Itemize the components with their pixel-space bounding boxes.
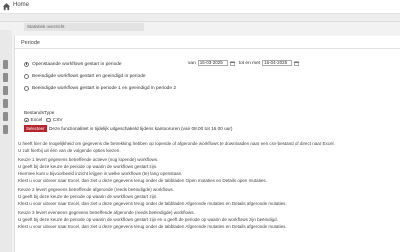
option-ended-in-period[interactable]: Beeindigde workflows gestart en geeindig…: [24, 72, 146, 80]
help-text: Keuze 1 levert gegevens betreffende acti…: [18, 157, 159, 162]
sidebar-tab[interactable]: [3, 112, 8, 121]
sidebar-tab[interactable]: [3, 125, 8, 134]
calendar-icon[interactable]: [229, 61, 235, 66]
panel-header: Periode: [21, 40, 40, 46]
from-date-input[interactable]: 16-03-2025: [197, 60, 228, 66]
to-date-input[interactable]: 16-04-2025: [262, 60, 293, 66]
calendar-icon[interactable]: [294, 61, 299, 66]
option-open-workflows[interactable]: Openstaande workflows gestart in periode: [24, 60, 122, 68]
sidebar: [0, 30, 12, 252]
help-text: U zult hierbij uit één van de volgende o…: [18, 148, 121, 153]
help-text: U heeft hier de mogelijkheid om gegevens…: [18, 141, 335, 146]
radio-button[interactable]: [24, 85, 29, 91]
option-label-csv: CSV: [52, 117, 63, 123]
help-text: Klest u voor uitvoer naar Excel, dan zie…: [18, 201, 287, 206]
option-label: Openstaande workflows gestart in periode: [32, 61, 122, 67]
divider: [15, 48, 400, 49]
top-bar: Home: [0, 0, 400, 14]
radio-excel[interactable]: [24, 117, 29, 123]
help-text: U geeft bij deze keuze de periode op waa…: [18, 164, 158, 169]
radio-button[interactable]: [24, 73, 29, 79]
sidebar-tab[interactable]: [3, 60, 8, 69]
help-text: U geeft bij deze keuze de periode op waa…: [18, 217, 278, 222]
radio-csv[interactable]: [46, 117, 51, 123]
breadcrumb: Statistiek overzicht: [24, 23, 144, 31]
help-text: Klest u voor uitvoer naar Excel, dan zie…: [18, 224, 287, 229]
option-label: Beeindigde workflows gestart in periode …: [32, 85, 177, 91]
sidebar-tab[interactable]: [3, 99, 8, 108]
home-icon[interactable]: [2, 2, 11, 11]
help-text: Klest u voor uitvoer naar Excel, dan zie…: [18, 178, 267, 183]
bestandstype-label: BestandsType: [24, 111, 55, 116]
help-text: Keuze 2 levert gegevens betreffende afge…: [18, 187, 175, 192]
to-label: tot en met: [238, 60, 261, 66]
help-text: Hiermee kunt u bijvoorbeeld inzicht krij…: [18, 171, 183, 176]
from-label: van: [188, 60, 196, 66]
date-range: van 16-03-2025 tot en met 16-04-2025: [188, 59, 303, 67]
option-label: Beeindigde workflows gestart en geeindig…: [32, 73, 146, 79]
radio-button[interactable]: [24, 61, 29, 67]
select-note: Deze functionaliteit is tijdelijk uitges…: [49, 126, 233, 131]
select-button[interactable]: Selecteer: [24, 125, 47, 132]
help-text: U geeft bij deze keuze de periode op waa…: [18, 194, 158, 199]
tab-strip: [0, 14, 400, 22]
option-ended-in-period-2[interactable]: Beeindigde workflows gestart in periode …: [24, 84, 176, 92]
option-label-excel: Excel: [30, 117, 43, 123]
sidebar-tab[interactable]: [3, 86, 8, 95]
sidebar-tab[interactable]: [3, 73, 8, 82]
home-link[interactable]: Home: [13, 2, 29, 8]
bestandstype-options: Excel CSV: [24, 117, 67, 123]
help-text: Keuze 3 levert eveneens gegevens betreff…: [18, 210, 195, 215]
